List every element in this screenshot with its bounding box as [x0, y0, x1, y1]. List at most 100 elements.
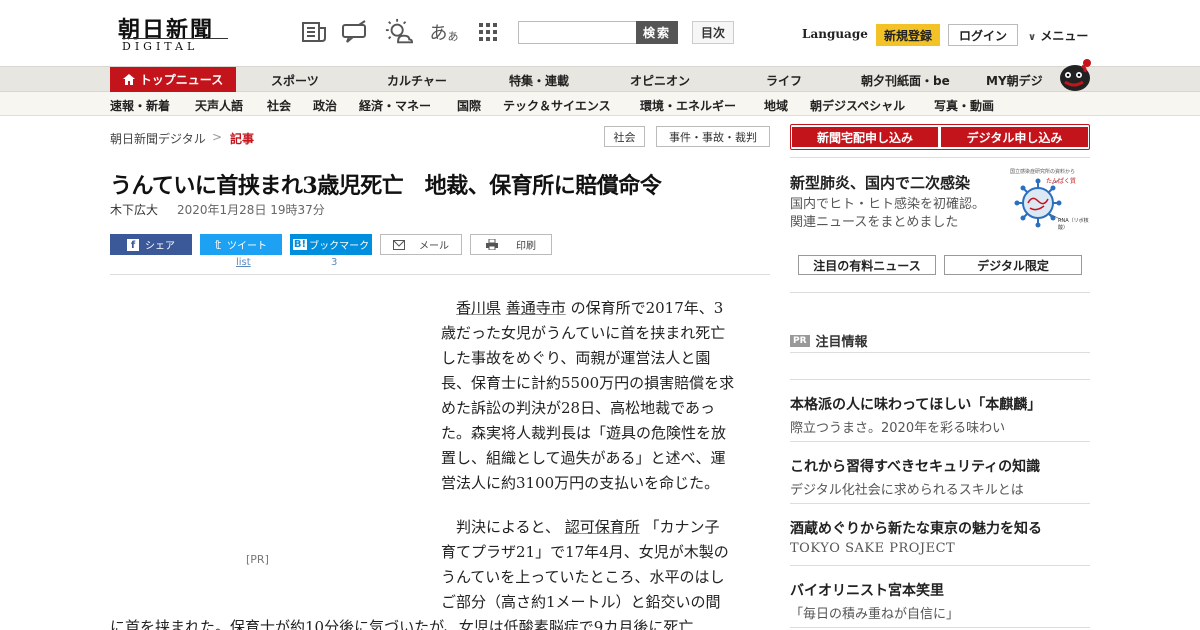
pr-item-title[interactable]: これから習得すべきセキュリティの知識 [790, 456, 1040, 476]
breadcrumb-separator: > [212, 130, 223, 144]
nav2-item[interactable]: 速報・新着 [110, 97, 170, 114]
nav2-item[interactable]: 朝デジスペシャル [810, 97, 905, 114]
pr-badge: PR [790, 334, 810, 347]
keyword-link[interactable]: 認可保育所 [565, 518, 640, 536]
pr-item-title[interactable]: 本格派の人に味わってほしい「本麒麟」 [790, 394, 1041, 414]
divider [790, 441, 1090, 442]
article-line: 歳だった女児がうんていに首を挟まれ死亡 [441, 324, 726, 342]
pr-item-sub[interactable]: 「毎日の積み重ねが自信に」 [790, 603, 959, 622]
chat-icon[interactable] [341, 18, 369, 46]
article-author[interactable]: 木下広大 [110, 201, 158, 218]
weather-icon[interactable] [385, 18, 413, 46]
language-link[interactable]: Language [802, 27, 868, 41]
article-line: 長、保育士に計約5500万円の損害賠償を求 [441, 374, 735, 392]
divider [790, 352, 1090, 353]
nav2-item[interactable]: テック＆サイエンス [503, 97, 611, 114]
nav-item-opinion[interactable]: オピニオン [630, 72, 690, 89]
pr-heading: PR 注目情報 [790, 331, 868, 350]
paid-news-button[interactable]: 注目の有料ニュース [798, 255, 936, 275]
signup-button[interactable]: 新規登録 [876, 24, 940, 46]
article-line: た。森実将人裁判長は「遊具の危険性を放 [441, 424, 727, 442]
nav2-item[interactable]: 社会 [267, 97, 291, 114]
article-line: うんていを上っていたところ、水平のはし [441, 568, 725, 586]
nav2-item[interactable]: 環境・エネルギー [640, 97, 736, 114]
hatena-bookmark-button[interactable]: B! ブックマーク [290, 234, 372, 255]
article-date: 2020年1月28日 19時37分 [177, 203, 325, 217]
nav2-item[interactable]: 写真・動画 [934, 97, 994, 114]
article-line: に首を挟まれた。保育士が約10分後に気づいたが、女児は低酸素脳症で9カ月後に死亡 [110, 618, 694, 630]
newspaper-icon[interactable] [300, 18, 328, 46]
hatena-count[interactable]: 3 [331, 257, 337, 268]
hatena-icon: B! [292, 239, 308, 250]
facebook-icon: f [127, 238, 139, 251]
divider [790, 565, 1090, 566]
primary-nav: トップニュース スポーツ カルチャー 特集・連載 オピニオン ライフ 朝夕刊紙面… [0, 66, 1200, 92]
mail-share-button[interactable]: メール [380, 234, 462, 255]
logo-en[interactable]: DIGITAL [122, 38, 228, 53]
pr-item-sub[interactable]: デジタル化社会に求められるスキルとは [790, 479, 1024, 498]
search-button[interactable]: 検索 [636, 21, 678, 44]
virus-image-rna: RNA（リボ核酸） [1058, 218, 1089, 231]
article-line: めた訴訟の判決が28日、高松地裁であっ [441, 399, 715, 417]
twitter-list-link[interactable]: list [236, 257, 251, 268]
nav-item-features[interactable]: 特集・連載 [509, 72, 569, 89]
article-line: 置し、組織として過失がある」と述べ、運 [441, 449, 726, 467]
virus-image[interactable]: 国立感染症研究所の資料から たんぱく質 RNA（リボ核酸） [1010, 168, 1090, 234]
chevron-down-icon: ∨ [1028, 32, 1037, 43]
toc-button[interactable]: 目次 [692, 21, 734, 44]
article-line: 育てプラザ21」で17年4月、女児が木製の [441, 543, 729, 561]
digital-limited-button[interactable]: デジタル限定 [944, 255, 1082, 275]
corona-feature-desc: 国内でヒト・ヒト感染を初確認。 関連ニュースをまとめました [790, 197, 986, 230]
pr-item-sub[interactable]: 際立つうまさ。2020年を彩る味わい [790, 417, 1005, 436]
nav-item-culture[interactable]: カルチャー [387, 72, 447, 89]
keyword-link[interactable]: 善通寺市 [506, 299, 566, 317]
print-button[interactable]: 印刷 [470, 234, 552, 255]
nav-item-top-news[interactable]: トップニュース [110, 67, 236, 92]
secondary-nav: 速報・新着 天声人語 社会 政治 経済・マネー 国際 テック＆サイエンス 環境・… [0, 92, 1200, 116]
digital-subscribe-button[interactable]: デジタル申し込み [941, 127, 1088, 147]
nav2-item[interactable]: 経済・マネー [359, 97, 431, 114]
search-input[interactable] [518, 21, 636, 44]
ad-pr-label: [PR] [246, 553, 269, 566]
article-title: うんていに首挟まれ3歳児死亡 地裁、保育所に賠償命令 [110, 173, 662, 199]
breadcrumb-home[interactable]: 朝日新聞デジタル [110, 130, 206, 147]
pr-item-title[interactable]: バイオリニスト宮本笑里 [790, 580, 944, 600]
nav2-item[interactable]: 地域 [764, 97, 788, 114]
corona-feature-title[interactable]: 新型肺炎、国内で二次感染 [790, 172, 970, 193]
login-button[interactable]: ログイン [948, 24, 1018, 46]
nav-item-life[interactable]: ライフ [766, 72, 802, 89]
menu-button[interactable]: ∨ メニュー [1028, 27, 1088, 44]
pr-item-title[interactable]: 酒蔵めぐりから新たな東京の魅力を知る [790, 518, 1042, 538]
divider [110, 274, 770, 275]
mail-icon [393, 239, 405, 250]
nav2-item[interactable]: 政治 [313, 97, 337, 114]
divider [790, 157, 1090, 158]
divider [790, 292, 1090, 293]
twitter-share-button[interactable]: 𝕥 ツイート [200, 234, 282, 255]
grid-menu-icon[interactable] [474, 18, 502, 46]
print-icon [486, 239, 498, 250]
home-icon [122, 74, 135, 85]
article-line: した事故をめぐり、両親が運営法人と園 [441, 349, 711, 367]
divider [790, 379, 1090, 380]
article-line: 営法人に約3100万円の支払いを命じた。 [441, 474, 720, 492]
keyword-link[interactable]: 香川県 [456, 299, 501, 317]
newspaper-delivery-button[interactable]: 新聞宅配申し込み [792, 127, 938, 147]
article-line: 判決によると、 認可保育所 「カナン子 [456, 518, 720, 536]
menu-label: メニュー [1040, 29, 1089, 43]
divider [790, 503, 1090, 504]
nav-item-newspaper[interactable]: 朝夕刊紙面・be [861, 72, 950, 89]
tag-society[interactable]: 社会 [604, 126, 645, 147]
article-line: ご部分（高さ約1メートル）と鉛交いの間 [441, 593, 721, 611]
nav2-item[interactable]: 天声人語 [195, 97, 243, 114]
pr-item-sub[interactable]: TOKYO SAKE PROJECT [790, 541, 955, 556]
article-line: 香川県 善通寺市 の保育所で2017年、3 [456, 299, 724, 317]
facebook-share-button[interactable]: f シェア [110, 234, 192, 255]
nav2-item[interactable]: 国際 [457, 97, 481, 114]
font-size-icon[interactable]: ああ [430, 18, 459, 46]
mascot-icon [1060, 59, 1091, 91]
breadcrumb-current: 記事 [230, 132, 255, 146]
nav-item-sports[interactable]: スポーツ [271, 72, 319, 89]
nav-item-my-asadigi[interactable]: MY朝デジ [986, 72, 1043, 89]
tag-incidents[interactable]: 事件・事故・裁判 [656, 126, 770, 147]
